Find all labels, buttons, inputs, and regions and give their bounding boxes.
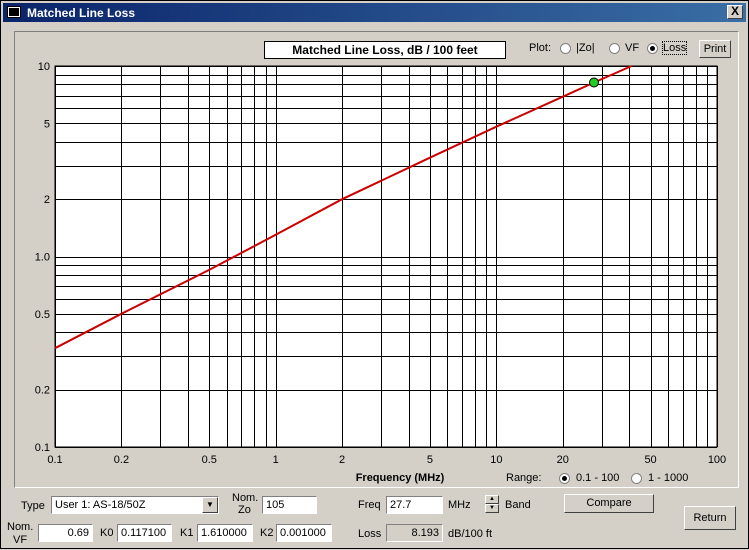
loss-value: 8.193 — [386, 524, 443, 542]
nomvf-field[interactable]: 0.69 — [38, 524, 93, 542]
plot-option-zo-radio[interactable] — [560, 43, 571, 54]
nomzo-label-1: Nom. — [232, 492, 259, 504]
k1-label: K1 — [180, 527, 194, 539]
type-select[interactable]: User 1: AS-18/50Z ▼ — [51, 496, 219, 514]
freq-label: Freq — [358, 499, 381, 511]
k1-field[interactable]: 1.610000 — [197, 524, 253, 542]
nomvf-label-2: VF — [13, 534, 28, 546]
nomvf-label-1: Nom. — [7, 521, 34, 533]
freq-unit: MHz — [448, 499, 471, 511]
range-01-100-label[interactable]: 0.1 - 100 — [576, 472, 619, 484]
close-button[interactable]: X — [727, 5, 743, 19]
dropdown-arrow-icon[interactable]: ▼ — [202, 497, 218, 513]
band-up-button[interactable]: ▲ — [485, 495, 499, 504]
range-01-100-radio[interactable] — [559, 473, 570, 484]
k0-label: K0 — [100, 527, 114, 539]
range-label: Range: — [506, 472, 542, 484]
freq-field[interactable]: 27.7 — [386, 496, 443, 514]
compare-button[interactable]: Compare — [564, 494, 654, 513]
print-button[interactable]: Print — [699, 40, 731, 58]
plot-option-vf-radio[interactable] — [609, 43, 620, 54]
app-window: Matched Line Loss X Matched Line Loss, d… — [0, 0, 749, 549]
range-1-1000-label[interactable]: 1 - 1000 — [648, 472, 688, 484]
window-title: Matched Line Loss — [27, 6, 136, 20]
type-select-value: User 1: AS-18/50Z — [55, 499, 146, 511]
k0-field[interactable]: 0.117100 — [117, 524, 172, 542]
loss-label: Loss — [358, 528, 382, 540]
k2-label: K2 — [260, 527, 274, 539]
plot-option-loss-label[interactable]: Loss — [661, 41, 688, 55]
plot-option-loss-radio[interactable] — [647, 43, 658, 54]
band-label: Band — [505, 499, 531, 511]
range-1-1000-radio[interactable] — [631, 473, 642, 484]
plot-title: Matched Line Loss, dB / 100 feet — [264, 41, 506, 59]
nomzo-field[interactable]: 105 — [262, 496, 317, 514]
plot-label: Plot: — [529, 42, 552, 54]
title-bar: Matched Line Loss X — [3, 3, 746, 22]
loss-unit: dB/100 ft — [448, 528, 493, 540]
plot-option-zo-label[interactable]: |Zo| — [576, 42, 595, 54]
type-label: Type — [21, 500, 45, 512]
return-button[interactable]: Return — [684, 506, 736, 530]
plot-option-vf-label[interactable]: VF — [625, 42, 639, 54]
k2-field[interactable]: 0.001000 — [276, 524, 332, 542]
app-icon — [7, 6, 21, 18]
band-down-button[interactable]: ▼ — [485, 504, 499, 513]
plot-panel — [14, 31, 739, 488]
nomzo-label-2: Zo — [238, 504, 251, 516]
